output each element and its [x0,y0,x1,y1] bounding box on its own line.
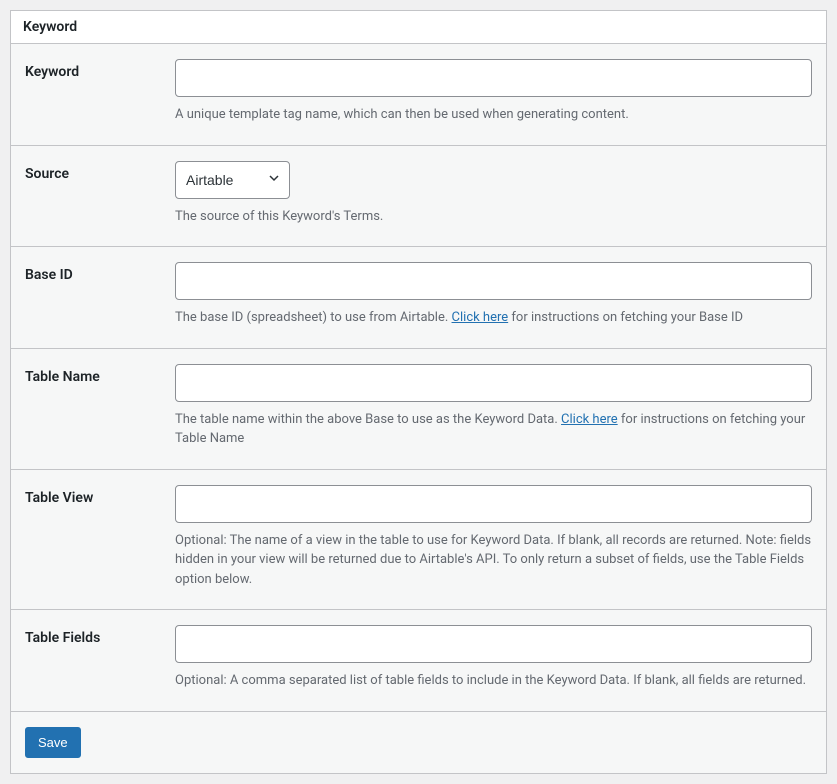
row-table-name: Table Name The table name within the abo… [11,348,826,469]
row-base-id: Base ID The base ID (spreadsheet) to use… [11,247,826,349]
table-name-label: Table Name [11,348,161,469]
row-keyword: Keyword A unique template tag name, whic… [11,44,826,145]
settings-form: Keyword A unique template tag name, whic… [11,44,826,773]
table-name-input[interactable] [175,364,812,402]
save-button[interactable]: Save [25,727,81,759]
table-name-help-link[interactable]: Click here [561,412,618,427]
source-select[interactable]: Airtable [175,161,290,199]
table-view-label: Table View [11,469,161,610]
base-id-help: The base ID (spreadsheet) to use from Ai… [175,308,812,328]
base-id-label: Base ID [11,247,161,349]
keyword-input[interactable] [175,59,812,97]
row-table-fields: Table Fields Optional: A comma separated… [11,610,826,712]
table-fields-input[interactable] [175,625,812,663]
keyword-help: A unique template tag name, which can th… [175,105,812,125]
base-id-help-link[interactable]: Click here [452,310,509,325]
source-help: The source of this Keyword's Terms. [175,207,812,227]
table-fields-help: Optional: A comma separated list of tabl… [175,671,812,691]
panel-title: Keyword [23,19,814,35]
table-view-input[interactable] [175,485,812,523]
source-label: Source [11,145,161,247]
panel-header: Keyword [11,11,826,44]
table-fields-label: Table Fields [11,610,161,712]
base-id-input[interactable] [175,262,812,300]
table-view-help: Optional: The name of a view in the tabl… [175,531,812,590]
table-name-help: The table name within the above Base to … [175,410,812,449]
keyword-label: Keyword [11,44,161,145]
keyword-panel: Keyword Keyword A unique template tag na… [10,10,827,774]
row-source: Source Airtable The source of this Keywo… [11,145,826,247]
row-table-view: Table View Optional: The name of a view … [11,469,826,610]
row-submit: Save [11,711,826,773]
